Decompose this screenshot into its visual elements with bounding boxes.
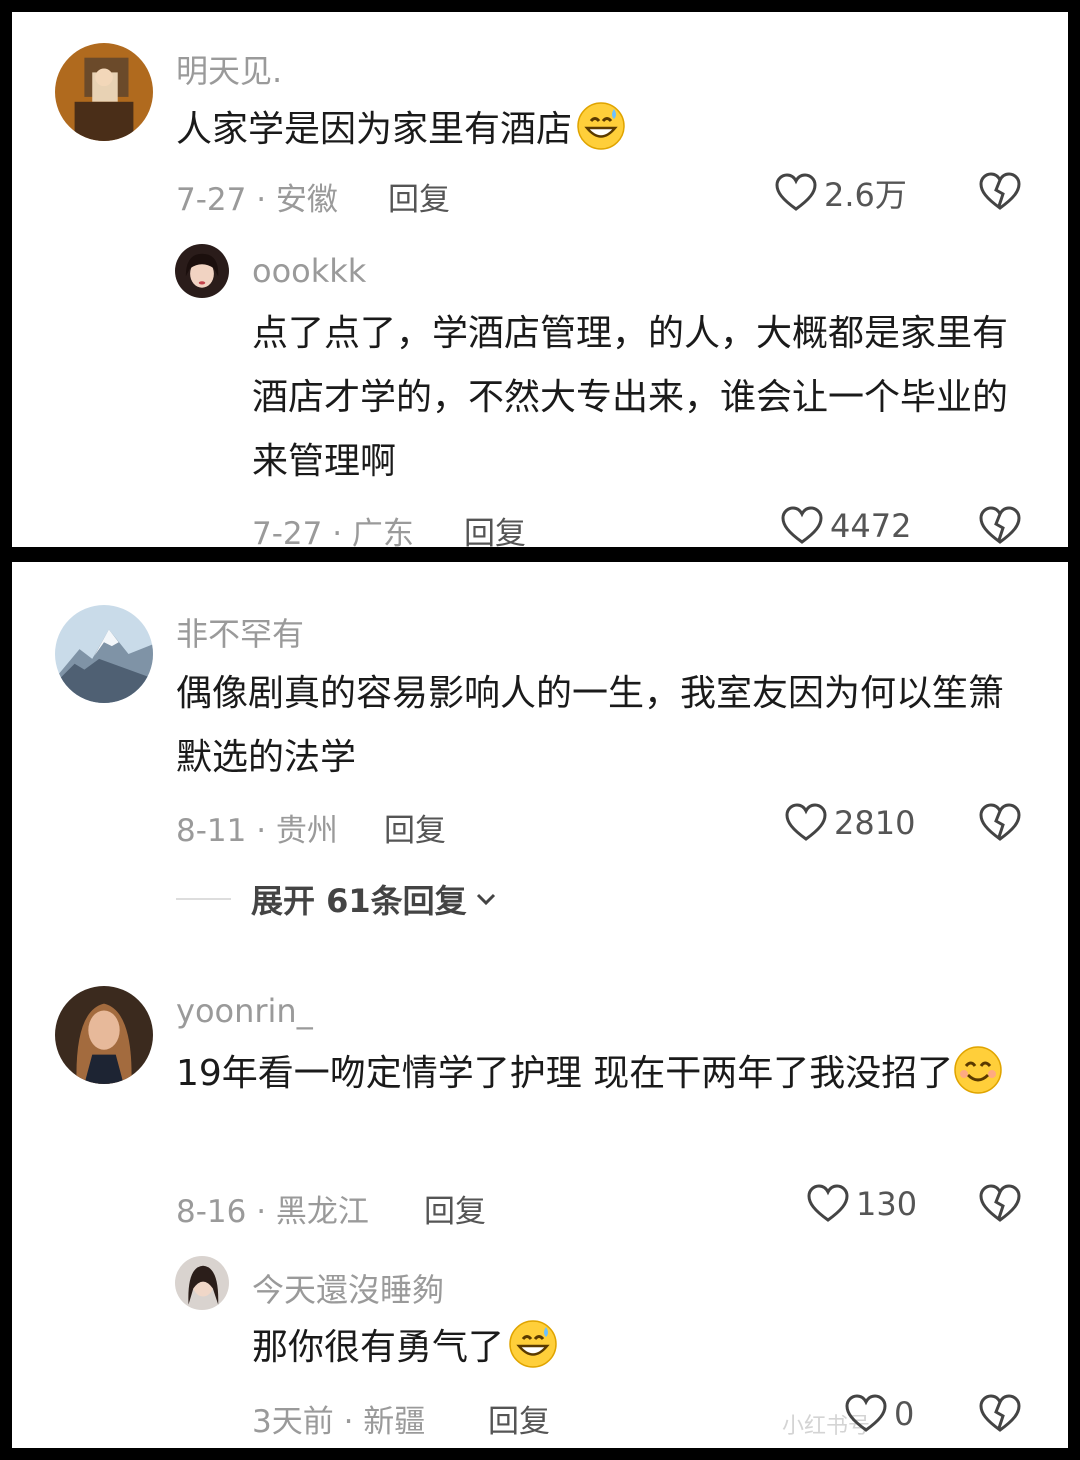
broken-heart-icon <box>979 803 1021 841</box>
reply-button[interactable]: 回复 <box>424 1186 486 1231</box>
username[interactable]: 非不罕有 <box>176 609 304 655</box>
dislike-button[interactable] <box>978 801 1022 845</box>
username[interactable]: 明天见. <box>176 46 282 92</box>
heart-outline-icon <box>785 803 827 841</box>
dislike-button[interactable] <box>978 504 1022 547</box>
dislike-button[interactable] <box>978 170 1022 214</box>
broken-heart-icon <box>979 1394 1021 1432</box>
like-count: 0 <box>894 1395 915 1433</box>
like-button[interactable]: 2810 <box>784 801 915 845</box>
heart-outline-icon <box>807 1184 849 1222</box>
avatar[interactable] <box>175 1256 229 1310</box>
grin-sweat-emoji-icon <box>576 101 626 151</box>
screenshot-panel-2: 非不罕有 偶像剧真的容易影响人的一生，我室友因为何以笙箫默选的法学 8-11 ·… <box>12 562 1068 1448</box>
grin-sweat-emoji-icon <box>508 1319 558 1369</box>
like-count: 2810 <box>834 804 916 842</box>
broken-heart-icon <box>979 506 1021 544</box>
like-button[interactable]: 4472 <box>780 504 911 547</box>
expand-replies-label: 展开 61条回复 <box>251 882 467 920</box>
username[interactable]: yoonrin_ <box>176 992 313 1030</box>
like-count: 2.6万 <box>824 176 907 214</box>
reply-text[interactable]: 那你很有勇气了 <box>252 1316 1032 1380</box>
comment-date-location: 8-11 · 贵州 <box>176 813 338 849</box>
screenshot-panel-1: 明天见. 人家学是因为家里有酒店 7-27 · 安徽 回复 2.6万 oookk… <box>12 12 1068 547</box>
like-count: 130 <box>856 1185 918 1223</box>
comment-text-content: 人家学是因为家里有酒店 <box>176 109 573 150</box>
like-button[interactable]: 0 <box>844 1392 914 1436</box>
comment-text[interactable]: 19年看一吻定情学了护理 现在干两年了我没招了 <box>176 1042 1036 1106</box>
like-button[interactable]: 2.6万 <box>774 170 907 216</box>
avatar[interactable] <box>55 986 153 1084</box>
heart-outline-icon <box>775 173 817 211</box>
comment-text[interactable]: 偶像剧真的容易影响人的一生，我室友因为何以笙箫默选的法学 <box>176 662 1036 790</box>
comment-date-location: 7-27 · 安徽 <box>176 182 338 218</box>
like-button[interactable]: 130 <box>806 1182 917 1226</box>
broken-heart-icon <box>979 172 1021 210</box>
dislike-button[interactable] <box>978 1182 1022 1226</box>
comment-date-location: 8-16 · 黑龙江 <box>176 1194 369 1230</box>
comment-date-location: 7-27 · 广东 <box>252 516 414 547</box>
avatar[interactable] <box>55 605 153 703</box>
comment-text[interactable]: 人家学是因为家里有酒店 <box>176 98 1036 162</box>
reply-button[interactable]: 回复 <box>464 508 526 547</box>
username[interactable]: 今天還沒睡夠 <box>252 1265 444 1311</box>
reply-text-content: 那你很有勇气了 <box>252 1327 505 1368</box>
expand-divider <box>176 898 231 900</box>
smile-emoji-icon <box>953 1045 1003 1095</box>
broken-heart-icon <box>979 1184 1021 1222</box>
chevron-down-icon <box>476 893 495 906</box>
avatar[interactable] <box>175 244 229 298</box>
reply-text[interactable]: 点了点了，学酒店管理，的人，大概都是家里有酒店才学的，不然大专出来，谁会让一个毕… <box>252 302 1014 494</box>
reply-button[interactable]: 回复 <box>488 1396 550 1441</box>
like-count: 4472 <box>830 507 912 545</box>
reply-button[interactable]: 回复 <box>384 805 446 850</box>
username[interactable]: oookkk <box>252 252 366 290</box>
dislike-button[interactable] <box>978 1392 1022 1436</box>
comment-text-content: 19年看一吻定情学了护理 现在干两年了我没招了 <box>176 1053 954 1094</box>
comment-date-location: 3天前 · 新疆 <box>252 1404 426 1440</box>
expand-replies-button[interactable]: 展开 61条回复 <box>176 876 499 922</box>
avatar[interactable] <box>55 43 153 141</box>
heart-outline-icon <box>781 506 823 544</box>
reply-button[interactable]: 回复 <box>388 174 450 219</box>
heart-outline-icon <box>845 1394 887 1432</box>
